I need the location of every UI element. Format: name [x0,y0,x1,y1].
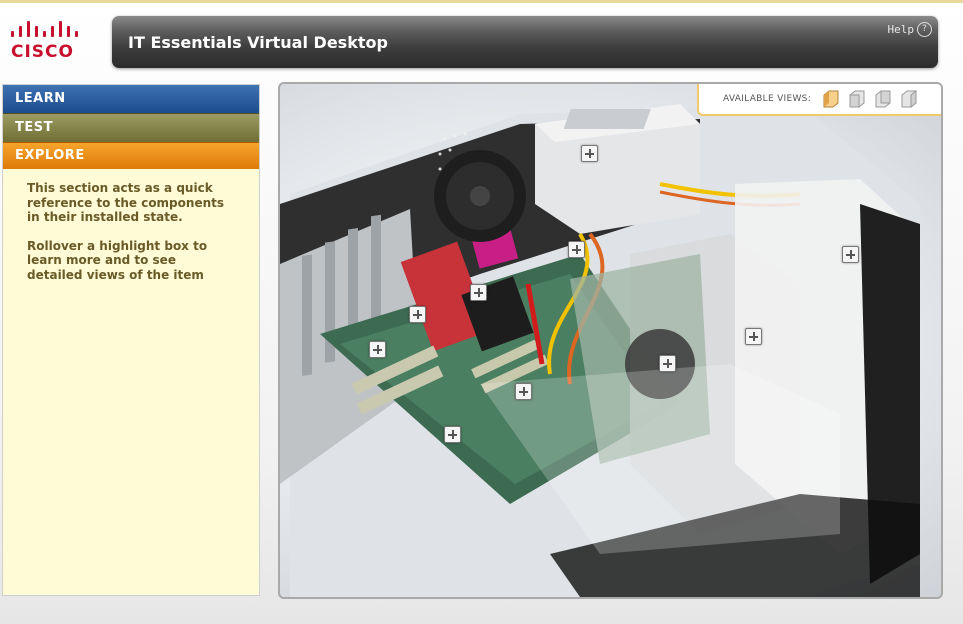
help-button[interactable]: Help ? [887,22,932,37]
explore-description: This section acts as a quick reference t… [3,169,259,282]
hotspot-chipset[interactable] [369,341,386,358]
nav-explore[interactable]: EXPLORE [3,142,259,169]
help-label: Help [887,23,915,36]
hotspot-expansion-card[interactable] [409,306,426,323]
description-paragraph: Rollover a highlight box to learn more a… [27,238,208,282]
top-accent-strip [0,0,963,3]
nav-test[interactable]: TEST [3,113,259,142]
cisco-logo: CISCO [9,20,89,64]
cisco-bridge-icon [11,21,78,37]
front-view-icon[interactable] [847,89,867,109]
help-question-icon: ? [917,22,932,37]
sidebar: LEARN TEST EXPLORE This section acts as … [2,84,260,596]
front-left-view-icon[interactable] [821,89,841,109]
hotspot-cables[interactable] [515,383,532,400]
available-views-panel: AVAILABLE VIEWS: [697,84,941,116]
available-views-label: AVAILABLE VIEWS: [723,94,812,104]
hotspot-motherboard[interactable] [444,426,461,443]
description-paragraph: This section acts as a quick reference t… [27,181,224,224]
nav-learn[interactable]: LEARN [3,85,259,113]
hotspot-hard-drive[interactable] [659,355,676,372]
computer-viewer: AVAILABLE VIEWS: [278,82,943,599]
title-bar: IT Essentials Virtual Desktop Help ? [112,16,938,68]
hotspot-optical-drive[interactable] [842,246,859,263]
right-view-icon[interactable] [899,89,919,109]
back-view-icon[interactable] [873,89,893,109]
hotspot-cpu-fan[interactable] [568,241,585,258]
hotspot-video-card[interactable] [470,284,487,301]
hotspot-power-supply[interactable] [581,145,598,162]
page-title: IT Essentials Virtual Desktop [128,33,388,52]
cisco-wordmark: CISCO [11,42,74,62]
hotspot-drive-cage[interactable] [745,328,762,345]
